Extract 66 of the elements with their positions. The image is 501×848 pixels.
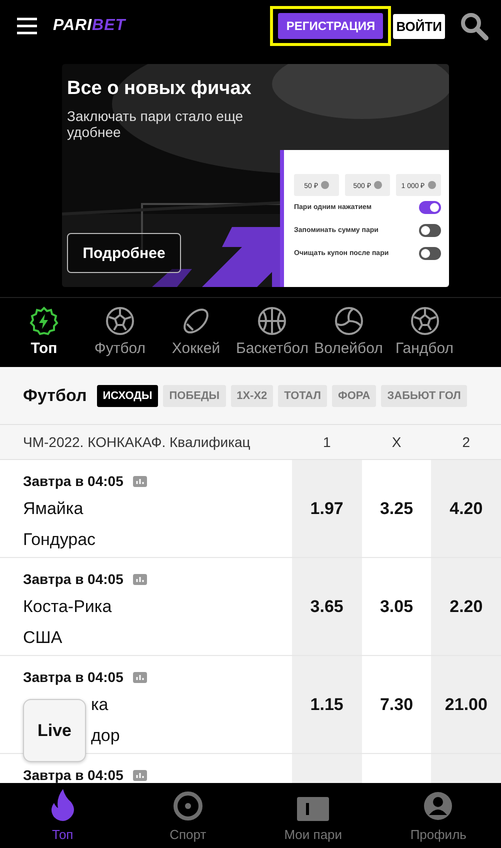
lightning-badge-icon bbox=[29, 306, 59, 336]
match-time: Завтра в 04:05 bbox=[23, 767, 124, 783]
stats-icon[interactable] bbox=[133, 574, 148, 584]
market-chip[interactable]: 1X-X2 bbox=[230, 384, 274, 406]
team-name: Гондурас bbox=[23, 530, 96, 550]
match-time: Завтра в 04:05 bbox=[23, 473, 124, 489]
sport-tab[interactable]: Гандбол bbox=[386, 306, 462, 367]
sport-tab[interactable]: Топ bbox=[6, 306, 82, 367]
stats-icon[interactable] bbox=[133, 672, 148, 682]
sport-tab[interactable]: Хоккей bbox=[158, 306, 234, 367]
odds-button[interactable]: 3.05 bbox=[362, 558, 432, 655]
odds-button[interactable]: 3.65 bbox=[292, 558, 362, 655]
soccer-ball-icon bbox=[105, 306, 135, 336]
more-button[interactable]: Подробнее bbox=[67, 233, 181, 273]
odds-button[interactable]: 21.00 bbox=[431, 656, 501, 753]
market-chip[interactable]: ЗАБЬЮТ ГОЛ bbox=[381, 384, 467, 406]
stats-icon[interactable] bbox=[133, 770, 148, 780]
market-chip[interactable]: ПОБЕДЫ bbox=[163, 384, 226, 406]
toggle-switch[interactable] bbox=[419, 247, 441, 260]
team-name: дор bbox=[91, 726, 120, 746]
flame-icon bbox=[50, 789, 76, 821]
hockey-puck-icon bbox=[181, 306, 211, 336]
toggle-switch[interactable] bbox=[419, 201, 441, 214]
banner-subtitle: Заключать пари стало еще удобнее bbox=[67, 108, 244, 140]
profile-icon bbox=[423, 791, 454, 821]
logo[interactable]: PARIBET bbox=[53, 17, 126, 35]
team-name: Ямайка bbox=[23, 499, 84, 519]
toggle-switch[interactable] bbox=[419, 224, 441, 237]
banner-title: Все о новых фичах bbox=[67, 78, 252, 100]
ticket-icon bbox=[297, 797, 330, 821]
nav-tab[interactable]: Мои пари bbox=[250, 783, 376, 848]
league-name: ЧМ-2022. КОНКАКАФ. Квалификац bbox=[23, 434, 250, 450]
odds-button[interactable]: 4.20 bbox=[431, 460, 501, 557]
sport-tab[interactable]: Футбол bbox=[82, 306, 158, 367]
soccer-ball-icon bbox=[410, 306, 440, 336]
market-chip[interactable]: ИСХОДЫ bbox=[96, 384, 158, 406]
team-name: Коста-Рика bbox=[23, 597, 112, 617]
stats-icon[interactable] bbox=[133, 476, 148, 486]
odds-button[interactable]: 3.25 bbox=[362, 460, 432, 557]
target-icon bbox=[172, 791, 203, 821]
team-name: США bbox=[23, 628, 62, 648]
search-icon[interactable] bbox=[459, 11, 489, 41]
odds-button[interactable]: 1.15 bbox=[292, 656, 362, 753]
match-time: Завтра в 04:05 bbox=[23, 571, 124, 587]
nav-tab[interactable]: Профиль bbox=[376, 783, 501, 848]
register-button[interactable]: РЕГИСТРАЦИЯ bbox=[278, 13, 384, 39]
column-header: 2 bbox=[462, 434, 470, 450]
team-name: ка bbox=[91, 695, 108, 715]
odds-button[interactable]: 2.20 bbox=[431, 558, 501, 655]
market-chip[interactable]: ФОРА bbox=[332, 384, 376, 406]
odds-button[interactable]: 1.97 bbox=[292, 460, 362, 557]
nav-tab[interactable]: Топ bbox=[0, 783, 126, 848]
menu-icon[interactable] bbox=[17, 17, 37, 35]
volleyball-icon bbox=[334, 306, 364, 336]
column-header: 1 bbox=[322, 434, 331, 450]
sport-tab[interactable]: Волейбол bbox=[310, 306, 386, 367]
column-header: X bbox=[392, 434, 402, 450]
sport-tab[interactable]: Баскетбол bbox=[234, 306, 310, 367]
section-title: Футбол bbox=[23, 386, 87, 406]
odds-button[interactable]: 7.30 bbox=[362, 656, 432, 753]
nav-tab[interactable]: Спорт bbox=[125, 783, 250, 848]
login-button[interactable]: ВОЙТИ bbox=[393, 14, 445, 38]
basketball-icon bbox=[257, 306, 288, 336]
live-button[interactable]: Live bbox=[23, 699, 86, 762]
market-chip[interactable]: ТОТАЛ bbox=[278, 384, 327, 406]
match-time: Завтра в 04:05 bbox=[23, 669, 124, 685]
